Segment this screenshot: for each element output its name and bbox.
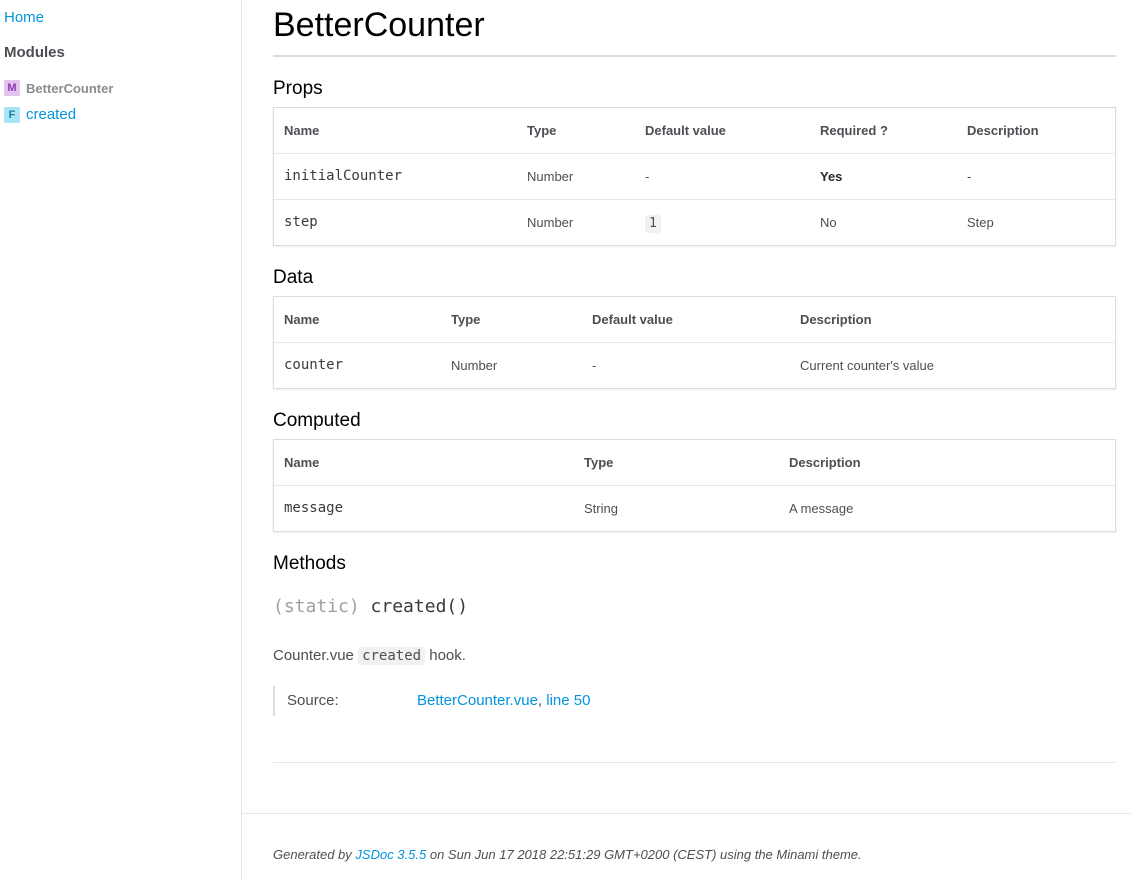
prop-required: Yes bbox=[820, 169, 843, 184]
table-row: message String A message bbox=[274, 486, 1115, 531]
footer-divider bbox=[242, 813, 1131, 814]
props-heading: Props bbox=[273, 78, 323, 99]
table-header-row: Name Type Default value Required ? Descr… bbox=[274, 108, 1115, 154]
computed-heading: Computed bbox=[273, 410, 361, 431]
column-header: Description bbox=[800, 312, 872, 327]
method-name: created() bbox=[370, 596, 469, 617]
module-badge-icon: M bbox=[4, 80, 20, 96]
column-header: Type bbox=[451, 312, 481, 327]
home-link[interactable]: Home bbox=[4, 9, 44, 26]
prop-description: Step bbox=[967, 215, 994, 230]
title-divider bbox=[273, 55, 1116, 57]
prop-name: step bbox=[284, 214, 318, 230]
props-table: Name Type Default value Required ? Descr… bbox=[273, 107, 1116, 246]
prop-required: No bbox=[820, 215, 837, 230]
prop-default: - bbox=[645, 169, 650, 184]
prop-default: 1 bbox=[645, 200, 661, 245]
table-row: step Number 1 No Step bbox=[274, 200, 1115, 245]
data-type: Number bbox=[451, 358, 498, 373]
column-header: Default value bbox=[592, 312, 673, 327]
computed-table: Name Type Description message String A m… bbox=[273, 439, 1116, 532]
method-description: Counter.vue created hook. bbox=[273, 647, 466, 665]
table-header-row: Name Type Default value Description bbox=[274, 297, 1115, 343]
column-header: Type bbox=[527, 123, 557, 138]
column-header: Name bbox=[284, 123, 320, 138]
prop-description: - bbox=[967, 169, 972, 184]
source-separator: , bbox=[537, 692, 543, 709]
source-details: Source: BetterCounter.vue, line 50 bbox=[273, 686, 675, 716]
data-name-cell: counter bbox=[284, 357, 344, 373]
default-value-code: 1 bbox=[645, 215, 661, 233]
prop-type: Number bbox=[527, 215, 574, 230]
data-heading: Data bbox=[273, 267, 314, 288]
content-divider bbox=[273, 762, 1116, 763]
page-title: BetterCounter bbox=[273, 6, 485, 44]
column-header: Name bbox=[284, 312, 320, 327]
table-header-row: Name Type Description bbox=[274, 440, 1115, 486]
sidebar-item-created[interactable]: F created bbox=[4, 106, 76, 123]
computed-description: A message bbox=[789, 501, 854, 516]
table-row: initialCounter Number - Yes - bbox=[274, 154, 1115, 200]
jsdoc-link[interactable]: JSDoc 3.5.5 bbox=[355, 847, 426, 862]
static-label: (static) bbox=[273, 596, 360, 617]
column-header: Description bbox=[789, 455, 861, 470]
source-file-link[interactable]: BetterCounter.vue bbox=[417, 692, 538, 709]
sidebar-item-label[interactable]: created bbox=[26, 106, 76, 123]
footer: Generated by JSDoc 3.5.5 on Sun Jun 17 2… bbox=[273, 847, 862, 862]
column-header: Type bbox=[584, 455, 614, 470]
data-description: Current counter's value bbox=[800, 358, 934, 373]
column-header: Default value bbox=[645, 123, 726, 138]
source-label: Source: bbox=[287, 692, 339, 709]
data-table: Name Type Default value Description coun… bbox=[273, 296, 1116, 389]
column-header: Name bbox=[284, 455, 320, 470]
footer-suffix: on Sun Jun 17 2018 22:51:29 GMT+0200 (CE… bbox=[429, 847, 862, 862]
sidebar-item-label[interactable]: BetterCounter bbox=[26, 81, 113, 96]
methods-heading: Methods bbox=[273, 553, 346, 574]
prop-name: initialCounter bbox=[284, 168, 403, 184]
data-default: - bbox=[592, 358, 597, 373]
source-line-link[interactable]: line 50 bbox=[546, 692, 590, 709]
sidebar: Home Modules M BetterCounter F created bbox=[0, 0, 242, 881]
source-links: BetterCounter.vue, line 50 bbox=[417, 692, 590, 709]
table-row: counter Number - Current counter's value bbox=[274, 343, 1115, 388]
modules-heading: Modules bbox=[4, 44, 65, 61]
method-signature: (static) created() bbox=[273, 596, 468, 617]
column-header: Required ? bbox=[820, 123, 888, 138]
footer-prefix: Generated by bbox=[273, 847, 352, 862]
prop-type: Number bbox=[527, 169, 574, 184]
description-text: Counter.vue bbox=[273, 647, 354, 664]
column-header: Description bbox=[967, 123, 1039, 138]
description-text: hook. bbox=[429, 647, 466, 664]
sidebar-item-bettercounter[interactable]: M BetterCounter bbox=[4, 80, 113, 96]
computed-name: message bbox=[284, 500, 344, 516]
inline-code: created bbox=[358, 647, 426, 665]
computed-type: String bbox=[584, 501, 618, 516]
function-badge-icon: F bbox=[4, 106, 20, 123]
